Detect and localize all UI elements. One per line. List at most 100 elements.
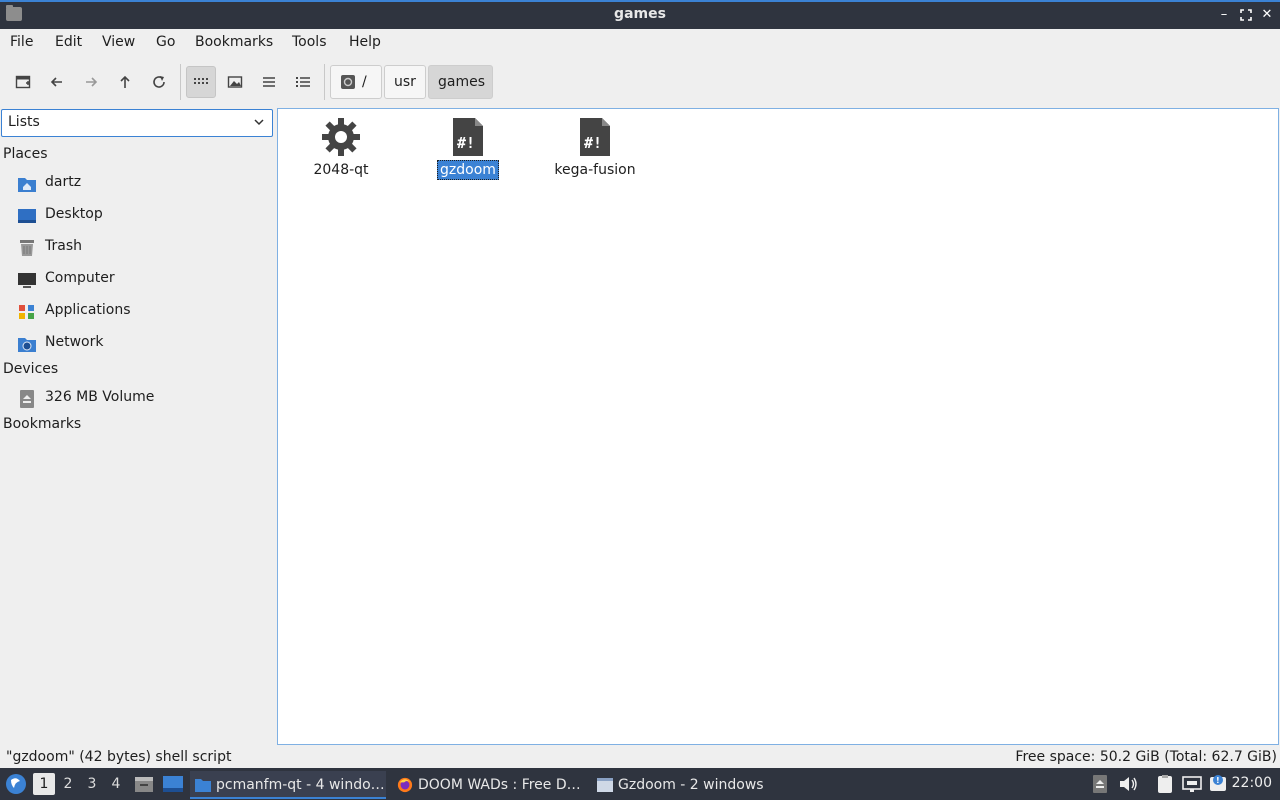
up-button[interactable] (110, 66, 140, 98)
chevron-down-icon (254, 119, 264, 126)
menu-bookmarks[interactable]: Bookmarks (195, 34, 273, 50)
menubar: File Edit View Go Bookmarks Tools Help (0, 29, 1280, 57)
svg-text:#!: #! (584, 134, 602, 152)
status-bar: "gzdoom" (42 bytes) shell script Free sp… (0, 747, 1280, 768)
sidebar-item-label: Computer (45, 270, 115, 286)
folder-icon (195, 779, 211, 792)
breadcrumb-root[interactable]: / (330, 65, 382, 99)
clipboard-icon[interactable] (1155, 774, 1175, 794)
detail-list-icon (296, 77, 310, 87)
sidebar-item-volume[interactable]: 326 MB Volume (0, 385, 276, 413)
workspace-1[interactable]: 1 (33, 773, 55, 795)
toolbar: / usr games (0, 58, 1280, 106)
sidebar-item-label: Applications (45, 302, 131, 318)
menu-view[interactable]: View (102, 34, 135, 50)
workspace-3[interactable]: 3 (81, 773, 103, 795)
computer-icon (18, 273, 36, 288)
toolbar-separator (324, 64, 325, 100)
arrow-left-icon (50, 77, 62, 87)
detailed-view-button[interactable] (288, 66, 318, 98)
sidebar: Lists Places dartz Desktop Trash Compute… (0, 106, 276, 744)
sidebar-item-label: dartz (45, 174, 82, 190)
trash-icon (20, 240, 34, 256)
sidebar-item-desktop[interactable]: Desktop (0, 202, 276, 230)
arrow-right-icon (86, 77, 98, 87)
network-folder-icon (18, 338, 36, 352)
menu-tools[interactable]: Tools (292, 34, 327, 50)
task-pcmanfm[interactable]: pcmanfm-qt - 4 windo… (190, 771, 386, 799)
svg-text:#!: #! (457, 134, 475, 152)
menu-go[interactable]: Go (156, 34, 175, 50)
show-desktop-icon[interactable] (162, 774, 184, 794)
workspace-4[interactable]: 4 (105, 773, 127, 795)
menu-edit[interactable]: Edit (55, 34, 82, 50)
back-button[interactable] (42, 66, 72, 98)
minimize-button[interactable]: – (1214, 5, 1234, 25)
places-heading[interactable]: Places (3, 146, 48, 162)
window-title: games (614, 6, 666, 22)
reload-icon (153, 76, 165, 88)
side-pane-mode-select[interactable]: Lists (1, 109, 273, 137)
bookmarks-heading[interactable]: Bookmarks (3, 416, 81, 432)
list-icon (263, 77, 275, 87)
gear-icon (322, 118, 360, 156)
eject-drive-icon (20, 390, 34, 408)
new-tab-icon (15, 75, 31, 89)
sidebar-item-computer[interactable]: Computer (0, 266, 276, 294)
sidebar-item-applications[interactable]: Applications (0, 298, 276, 326)
side-pane-mode-value: Lists (8, 114, 40, 130)
breadcrumb-usr[interactable]: usr (384, 65, 426, 99)
clock[interactable]: 22:00 (1232, 775, 1272, 791)
task-firefox[interactable]: DOOM WADs : Free D… (392, 771, 588, 799)
breadcrumb-root-label: / (362, 74, 367, 90)
status-selection-info: "gzdoom" (42 bytes) shell script (6, 749, 232, 765)
volume-icon[interactable] (1118, 774, 1138, 794)
taskbar: 1 2 3 4 pcmanfm-qt - 4 windo… DOOM WADs … (0, 768, 1280, 800)
sidebar-item-network[interactable]: Network (0, 330, 276, 358)
reload-button[interactable] (144, 66, 174, 98)
forward-button[interactable] (76, 66, 106, 98)
applications-icon (19, 305, 34, 319)
file-name: gzdoom (437, 160, 499, 180)
icon-view-button[interactable] (186, 66, 216, 98)
file-item[interactable]: 2048-qt (281, 115, 401, 185)
arrow-up-icon (120, 75, 130, 88)
script-file-icon: #! (580, 118, 610, 156)
maximize-button[interactable] (1236, 5, 1256, 25)
devices-heading[interactable]: Devices (3, 361, 58, 377)
notification-icon[interactable]: ! (1208, 774, 1228, 794)
breadcrumb-games-label: games (438, 74, 486, 90)
network-wired-icon[interactable] (1182, 774, 1202, 794)
desktop-icon (18, 209, 36, 223)
start-menu-icon[interactable] (5, 773, 27, 795)
home-folder-icon (18, 178, 36, 192)
toolbar-separator (180, 64, 181, 100)
new-tab-button[interactable] (8, 66, 38, 98)
sidebar-item-label: Trash (45, 238, 82, 254)
file-item[interactable]: #! kega-fusion (535, 115, 655, 185)
sidebar-item-label: Network (45, 334, 104, 350)
grid-icon (194, 78, 208, 84)
sidebar-item-label: 326 MB Volume (45, 389, 155, 405)
eject-icon[interactable] (1090, 774, 1110, 794)
menu-help[interactable]: Help (349, 34, 381, 50)
file-manager-launcher-icon[interactable] (134, 774, 154, 794)
breadcrumb-usr-label: usr (394, 74, 416, 90)
task-label: pcmanfm-qt - 4 windo… (216, 777, 385, 793)
close-button[interactable]: ✕ (1257, 5, 1277, 25)
workspace-2[interactable]: 2 (57, 773, 79, 795)
file-item-selected[interactable]: #! gzdoom (408, 115, 528, 185)
title-bar: games – ✕ (0, 0, 1280, 29)
compact-view-button[interactable] (254, 66, 284, 98)
sidebar-item-dartz[interactable]: dartz (0, 170, 276, 198)
sidebar-item-trash[interactable]: Trash (0, 234, 276, 262)
sidebar-item-label: Desktop (45, 206, 103, 222)
thumbnail-view-button[interactable] (220, 66, 250, 98)
image-icon (227, 76, 243, 88)
task-label: Gzdoom - 2 windows (618, 777, 764, 793)
file-view[interactable]: 2048-qt #! gzdoom #! kega-fusion (277, 108, 1279, 745)
task-gzdoom[interactable]: Gzdoom - 2 windows (592, 771, 772, 799)
menu-file[interactable]: File (10, 34, 33, 50)
breadcrumb-games[interactable]: games (428, 65, 493, 99)
script-file-icon: #! (453, 118, 483, 156)
